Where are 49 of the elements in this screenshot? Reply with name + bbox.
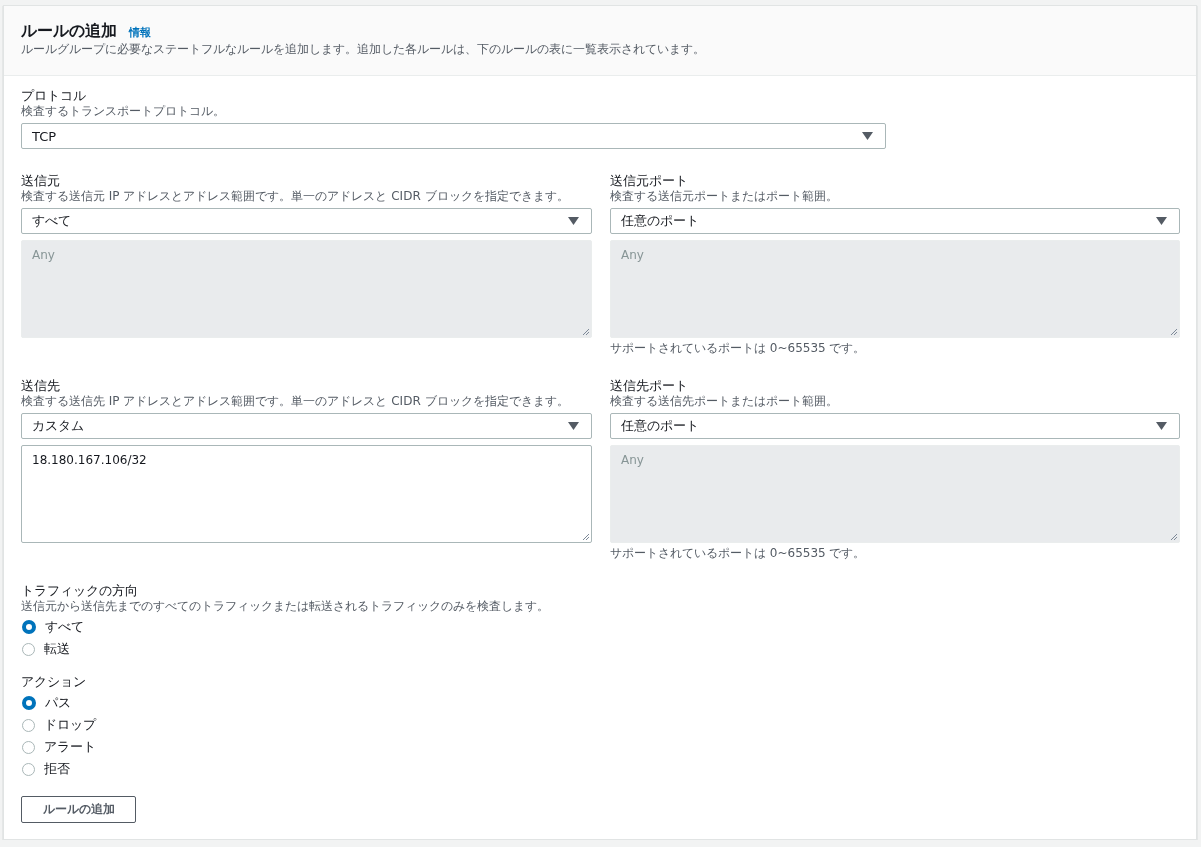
- field-label: 送信先ポート: [610, 378, 689, 394]
- resize-grip-icon[interactable]: [582, 533, 590, 541]
- dropdown-select[interactable]: 任意のポート: [610, 208, 1180, 234]
- panel-description: ルールグループに必要なステートフルなルールを追加します。追加した各ルールは、下のルールの表に一覧表示されています。: [21, 42, 706, 57]
- field-description: 検査する送信元 IP アドレスとアドレス範囲です。単一のアドレスと CIDR ブロックを指定できます。: [21, 189, 570, 204]
- field-description: 検査する送信先ポートまたはポート範囲。: [610, 394, 839, 409]
- radio-option[interactable]: ドロップ: [21, 714, 1179, 736]
- radio-label: 拒否: [44, 760, 70, 778]
- field-description: 検査する送信元ポートまたはポート範囲。: [610, 189, 839, 204]
- field-hint: サポートされているポートは 0~65535 です。: [610, 341, 867, 356]
- field-label: プロトコル: [21, 88, 87, 104]
- radio-label: ドロップ: [44, 716, 96, 734]
- caret-down-icon: [1156, 422, 1167, 430]
- protocol-select[interactable]: TCP: [21, 123, 886, 149]
- field-label: トラフィックの方向: [21, 583, 139, 599]
- radio-empty-icon[interactable]: [22, 642, 35, 656]
- field-label: アクション: [21, 674, 87, 690]
- radio-label: パス: [45, 694, 71, 712]
- field-hint: サポートされているポートは 0~65535 です。: [610, 546, 867, 561]
- caret-down-icon: [568, 422, 579, 430]
- add-rule-button[interactable]: ルールの追加: [21, 796, 136, 823]
- radio-option[interactable]: 転送: [21, 638, 1179, 660]
- radio-option[interactable]: 拒否: [21, 758, 1179, 780]
- radio-option[interactable]: アラート: [21, 736, 1179, 758]
- radio-selected-icon[interactable]: [22, 696, 36, 710]
- dropdown-select[interactable]: 任意のポート: [610, 413, 1180, 439]
- radio-empty-icon[interactable]: [22, 718, 35, 732]
- panel-title: ルールの追加: [21, 20, 117, 42]
- radio-label: すべて: [45, 618, 84, 636]
- caret-down-icon: [862, 132, 873, 140]
- field-label: 送信元ポート: [610, 173, 689, 189]
- dropdown-select[interactable]: すべて: [21, 208, 592, 234]
- radio-label: 転送: [44, 640, 70, 658]
- field-label: 送信先: [21, 378, 61, 394]
- field-label: 送信元: [21, 173, 61, 189]
- text-area[interactable]: 18.180.167.106/32: [21, 445, 592, 543]
- field-description: 検査する送信先 IP アドレスとアドレス範囲です。単一のアドレスと CIDR ブロックを指定できます。: [21, 394, 570, 409]
- dropdown-select[interactable]: カスタム: [21, 413, 592, 439]
- radio-option[interactable]: すべて: [21, 616, 1179, 638]
- caret-down-icon: [568, 217, 579, 225]
- radio-selected-icon[interactable]: [22, 620, 36, 634]
- field-description: 送信元から送信先までのすべてのトラフィックまたは転送されるトラフィックのみを検査します。: [21, 599, 550, 614]
- radio-empty-icon[interactable]: [22, 762, 35, 776]
- info-link[interactable]: 情報: [129, 25, 151, 40]
- radio-label: アラート: [44, 738, 96, 756]
- radio-option[interactable]: パス: [21, 692, 1179, 714]
- radio-empty-icon[interactable]: [22, 740, 35, 754]
- field-description: 検査するトランスポートプロトコル。: [21, 104, 226, 119]
- caret-down-icon: [1156, 217, 1167, 225]
